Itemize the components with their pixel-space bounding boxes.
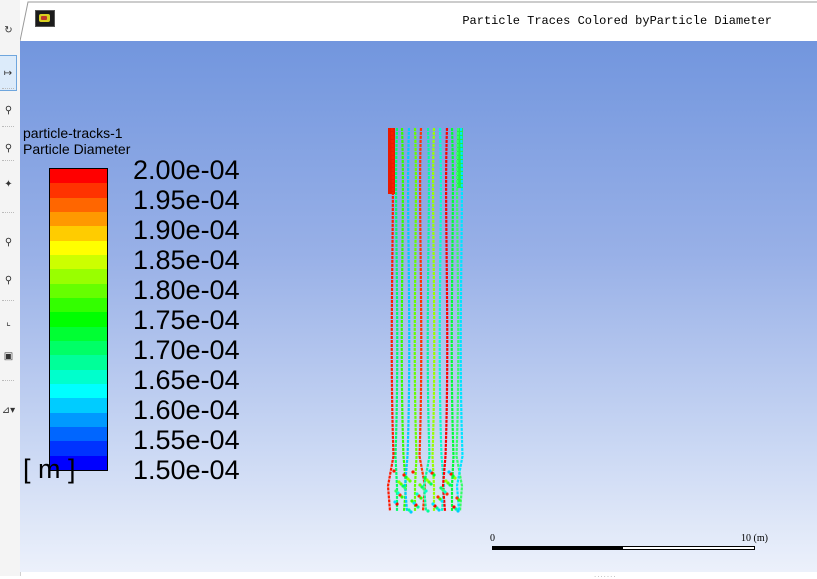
particle-trace — [403, 127, 411, 512]
fluent-logo-icon — [35, 10, 55, 27]
trace-end-point — [447, 470, 451, 474]
colormap-tick-label: 1.80e-04 — [133, 275, 240, 305]
trace-end-point — [426, 509, 430, 513]
particle-trace — [431, 127, 436, 511]
scale-line — [492, 546, 755, 550]
particle-trace — [450, 127, 455, 511]
zoom-box-tool-icon[interactable]: ⚲ — [0, 138, 17, 158]
toolbar-separator — [2, 160, 14, 161]
colormap-tick-label: 1.60e-04 — [133, 395, 240, 425]
colormap-band — [50, 398, 107, 413]
window-tab[interactable]: Particle Traces Colored byParticle Diame… — [20, 0, 817, 41]
colormap-band — [50, 226, 107, 241]
trace-end-point — [428, 469, 432, 473]
colormap-tick-label: 1.50e-04 — [133, 455, 240, 485]
trace-end-point — [392, 469, 396, 473]
colormap-band — [50, 412, 107, 427]
colormap-band — [50, 297, 107, 313]
colormap-tick-label: 1.65e-04 — [133, 365, 240, 395]
toolbar-separator — [2, 300, 14, 301]
trace-end-point — [418, 483, 422, 487]
particle-trace — [441, 127, 449, 512]
colormap-tick-label: 1.75e-04 — [133, 305, 240, 335]
toolbar-separator — [2, 88, 14, 89]
trace-end-point — [436, 495, 440, 499]
colormap-band — [50, 355, 107, 370]
trace-end-point — [402, 473, 406, 477]
particle-trace — [422, 127, 431, 512]
colormap-tick-label: 1.90e-04 — [133, 215, 240, 245]
trace-end-point — [439, 486, 443, 490]
trace-end-point — [431, 502, 435, 506]
colormap-band — [50, 312, 107, 327]
view-tool-icon[interactable]: ⌞ — [0, 312, 17, 332]
toolbar-separator — [2, 380, 14, 381]
zoom-tool-icon[interactable]: ⚲ — [0, 100, 17, 120]
scale-min-label: 0 — [490, 533, 495, 544]
colormap-band — [50, 211, 107, 227]
scale-bar: 0 10 (m) — [490, 533, 768, 557]
trace-end-point — [394, 489, 398, 493]
colormap-tick-label: 2.00e-04 — [133, 155, 240, 185]
more-tools-icon[interactable]: ⊿▾ — [0, 400, 17, 420]
trace-end-point — [393, 500, 397, 504]
trace-end-point — [410, 499, 414, 503]
colormap-band — [50, 283, 107, 298]
trace-end-point — [444, 479, 448, 483]
particle-trace — [438, 127, 446, 512]
colormap-band — [50, 183, 107, 198]
toolbar-separator — [2, 212, 14, 213]
colormap-band — [50, 240, 107, 255]
particle-trace — [413, 127, 418, 511]
graphics-window-header: Particle Traces Colored byParticle Diame… — [20, 0, 817, 41]
graphics-viewport[interactable]: particle-tracks-1 Particle Diameter 2.00… — [20, 41, 817, 572]
zoom-out-tool-icon[interactable]: ⚲ — [0, 270, 17, 290]
colormap-band — [50, 383, 107, 399]
legend-title: particle-tracks-1 — [23, 125, 123, 141]
colormap-band — [50, 340, 107, 356]
colormap-band — [50, 326, 107, 341]
particle-trace — [400, 127, 408, 512]
trace-end-point — [455, 496, 459, 500]
colormap-band — [50, 169, 107, 184]
render-tool-icon[interactable]: ▣ — [0, 346, 17, 366]
colormap-band — [50, 269, 107, 284]
graphics-toolbar: ↻ ↦ ⚲ ⚲ ✦ ⚲ ⚲ ⌞ ▣ ⊿▾ — [0, 0, 21, 576]
colormap-band — [50, 197, 107, 212]
colormap-tick-label: 1.70e-04 — [133, 335, 240, 365]
legend-unit: [ m ] — [23, 454, 76, 484]
colormap-tick-label: 1.85e-04 — [133, 245, 240, 275]
trace-end-point — [407, 508, 411, 512]
trace-end-point — [411, 470, 415, 474]
rotate-tool-icon[interactable]: ↻ — [0, 20, 17, 40]
particle-trace — [418, 127, 427, 512]
trace-end-point — [397, 480, 401, 484]
trace-end-point — [452, 505, 456, 509]
toolbar-separator — [2, 126, 14, 127]
trace-end-point — [415, 492, 419, 496]
colormap-tick-label: 1.95e-04 — [133, 185, 240, 215]
zoom-in-tool-icon[interactable]: ⚲ — [0, 232, 17, 252]
window-title: Particle Traces Colored byParticle Diame… — [462, 14, 772, 28]
colormap-tick-label: 1.55e-04 — [133, 425, 240, 455]
colormap-band — [50, 369, 107, 384]
trace-end-point — [423, 476, 427, 480]
resize-grip[interactable]: ....... — [594, 571, 617, 579]
colormap-band — [50, 426, 107, 442]
pan-tool-icon[interactable]: ↦ — [0, 55, 17, 91]
colormap-bar — [49, 168, 108, 471]
scale-max-label: 10 (m) — [741, 533, 768, 544]
legend-variable: Particle Diameter — [23, 141, 131, 157]
particle-trace — [394, 127, 399, 511]
colormap-band — [50, 254, 107, 270]
probe-tool-icon[interactable]: ✦ — [0, 174, 17, 194]
